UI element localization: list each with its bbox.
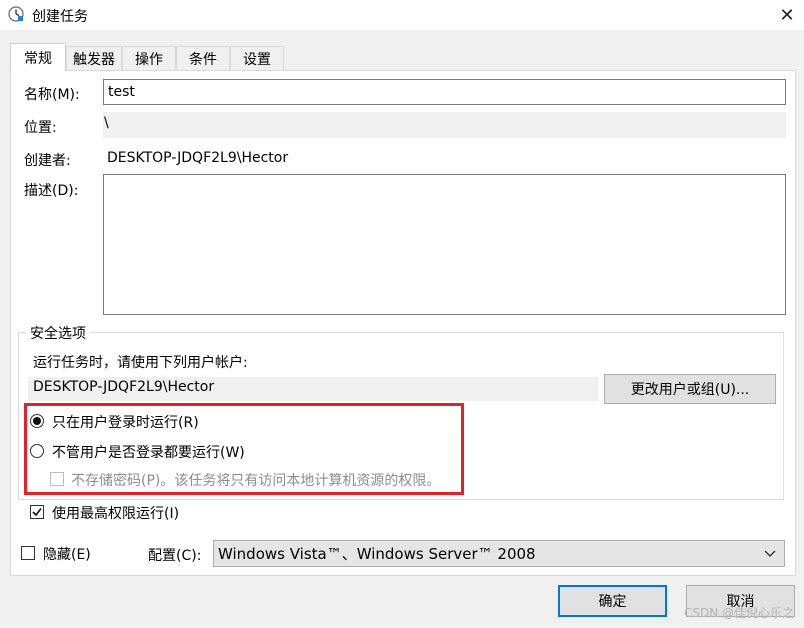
- hidden-label[interactable]: 隐藏(E): [43, 544, 91, 564]
- configure-select-value: Windows Vista™、Windows Server™ 2008: [218, 545, 536, 563]
- highest-privileges-checkbox[interactable]: [30, 505, 44, 519]
- user-account-value: DESKTOP-JDQF2L9\Hector: [33, 379, 215, 395]
- no-store-password-checkbox[interactable]: [50, 472, 64, 486]
- user-account-field: DESKTOP-JDQF2L9\Hector: [28, 377, 598, 401]
- change-user-button[interactable]: 更改用户或组(U)...: [604, 374, 776, 404]
- ok-button-label: 确定: [598, 594, 627, 610]
- author-value: DESKTOP-JDQF2L9\Hector: [107, 150, 289, 166]
- close-icon: ✕: [779, 4, 795, 26]
- tab-general[interactable]: 常规: [10, 43, 66, 71]
- configure-select[interactable]: Windows Vista™、Windows Server™ 2008: [213, 540, 785, 567]
- configure-label: 配置(C):: [148, 548, 202, 564]
- run-whether-logged-radio[interactable]: [30, 444, 44, 458]
- tab-settings[interactable]: 设置: [230, 46, 284, 70]
- tab-label: 操作: [135, 51, 163, 68]
- tab-label: 设置: [243, 51, 271, 68]
- description-input[interactable]: [103, 174, 786, 315]
- change-user-button-label: 更改用户或组(U)...: [630, 382, 750, 398]
- author-label: 创建者:: [24, 153, 71, 169]
- name-input[interactable]: [103, 79, 786, 105]
- general-tab-panel: [10, 70, 796, 576]
- tab-triggers[interactable]: 触发器: [66, 46, 122, 70]
- tab-actions[interactable]: 操作: [122, 46, 176, 70]
- hidden-checkbox[interactable]: [21, 546, 35, 560]
- tab-label: 常规: [24, 50, 52, 67]
- window-title: 创建任务: [32, 9, 88, 25]
- no-store-password-label: 不存储密码(P)。该任务将只有访问本地计算机资源的权限。: [71, 473, 441, 489]
- location-value: \: [104, 115, 109, 131]
- tab-label: 触发器: [73, 51, 115, 68]
- chevron-down-icon: [764, 550, 776, 557]
- name-label: 名称(M):: [24, 87, 80, 103]
- title-bar: [0, 0, 804, 30]
- location-label: 位置:: [24, 120, 57, 136]
- close-button[interactable]: ✕: [770, 0, 804, 30]
- run-logged-on-label[interactable]: 只在用户登录时运行(R): [52, 412, 199, 432]
- tab-conditions[interactable]: 条件: [176, 46, 230, 70]
- watermark: CSDN @佳倪心乐之: [683, 606, 794, 620]
- run-logged-on-radio[interactable]: [30, 414, 44, 428]
- location-field: \: [103, 112, 786, 138]
- security-options-title: 安全选项: [26, 323, 90, 343]
- ok-button[interactable]: 确定: [558, 585, 667, 617]
- run-as-prompt: 运行任务时，请使用下列用户帐户:: [33, 355, 248, 371]
- run-whether-logged-label[interactable]: 不管用户是否登录都要运行(W): [52, 442, 245, 462]
- radio-selected-dot: [33, 417, 41, 425]
- tab-label: 条件: [189, 51, 217, 68]
- checkmark-icon: [32, 508, 42, 517]
- clock-icon: [8, 6, 24, 22]
- highest-privileges-label[interactable]: 使用最高权限运行(I): [52, 503, 179, 523]
- description-label: 描述(D):: [24, 183, 79, 199]
